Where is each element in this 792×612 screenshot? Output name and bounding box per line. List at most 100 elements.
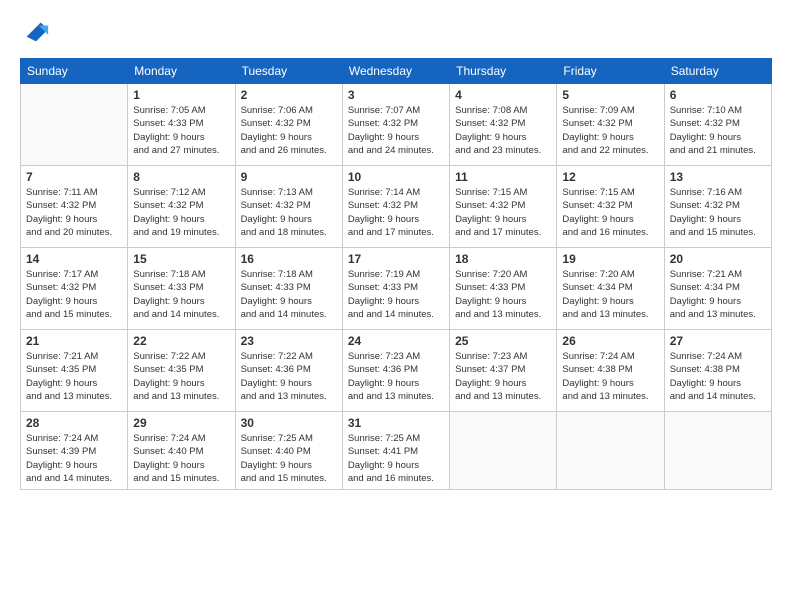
daylight-text-cont: and and 14 minutes. xyxy=(670,391,756,402)
sunset-text: Sunset: 4:32 PM xyxy=(133,200,203,211)
day-number: 3 xyxy=(348,88,444,102)
day-number: 20 xyxy=(670,252,766,266)
calendar-week-row: 1Sunrise: 7:05 AMSunset: 4:33 PMDaylight… xyxy=(21,84,772,166)
daylight-text: Daylight: 9 hours xyxy=(133,378,204,389)
day-number: 26 xyxy=(562,334,658,348)
day-number: 23 xyxy=(241,334,337,348)
calendar-cell xyxy=(450,412,557,490)
calendar-week-row: 21Sunrise: 7:21 AMSunset: 4:35 PMDayligh… xyxy=(21,330,772,412)
sunrise-text: Sunrise: 7:17 AM xyxy=(26,269,98,280)
sunrise-text: Sunrise: 7:19 AM xyxy=(348,269,420,280)
sunrise-text: Sunrise: 7:24 AM xyxy=(26,433,98,444)
calendar-cell xyxy=(21,84,128,166)
sunrise-text: Sunrise: 7:14 AM xyxy=(348,187,420,198)
daylight-text: Daylight: 9 hours xyxy=(26,214,97,225)
weekday-header: Thursday xyxy=(450,59,557,84)
day-info: Sunrise: 7:23 AMSunset: 4:37 PMDaylight:… xyxy=(455,350,551,403)
calendar-cell: 14Sunrise: 7:17 AMSunset: 4:32 PMDayligh… xyxy=(21,248,128,330)
calendar-cell: 1Sunrise: 7:05 AMSunset: 4:33 PMDaylight… xyxy=(128,84,235,166)
sunrise-text: Sunrise: 7:10 AM xyxy=(670,105,742,116)
day-info: Sunrise: 7:09 AMSunset: 4:32 PMDaylight:… xyxy=(562,104,658,157)
sunset-text: Sunset: 4:32 PM xyxy=(455,200,525,211)
sunset-text: Sunset: 4:32 PM xyxy=(241,118,311,129)
daylight-text: Daylight: 9 hours xyxy=(348,214,419,225)
daylight-text: Daylight: 9 hours xyxy=(348,132,419,143)
calendar-week-row: 28Sunrise: 7:24 AMSunset: 4:39 PMDayligh… xyxy=(21,412,772,490)
day-number: 28 xyxy=(26,416,122,430)
daylight-text-cont: and and 23 minutes. xyxy=(455,145,541,156)
sunset-text: Sunset: 4:39 PM xyxy=(26,446,96,457)
calendar-cell: 12Sunrise: 7:15 AMSunset: 4:32 PMDayligh… xyxy=(557,166,664,248)
day-number: 18 xyxy=(455,252,551,266)
day-info: Sunrise: 7:25 AMSunset: 4:41 PMDaylight:… xyxy=(348,432,444,485)
calendar-cell xyxy=(664,412,771,490)
sunset-text: Sunset: 4:37 PM xyxy=(455,364,525,375)
day-info: Sunrise: 7:21 AMSunset: 4:35 PMDaylight:… xyxy=(26,350,122,403)
calendar: SundayMondayTuesdayWednesdayThursdayFrid… xyxy=(20,58,772,490)
calendar-cell xyxy=(557,412,664,490)
daylight-text: Daylight: 9 hours xyxy=(562,378,633,389)
sunrise-text: Sunrise: 7:23 AM xyxy=(348,351,420,362)
sunset-text: Sunset: 4:35 PM xyxy=(133,364,203,375)
day-info: Sunrise: 7:20 AMSunset: 4:33 PMDaylight:… xyxy=(455,268,551,321)
sunrise-text: Sunrise: 7:22 AM xyxy=(241,351,313,362)
calendar-cell: 27Sunrise: 7:24 AMSunset: 4:38 PMDayligh… xyxy=(664,330,771,412)
daylight-text-cont: and and 13 minutes. xyxy=(241,391,327,402)
calendar-cell: 30 Sunrise: 7:25 AMSunset: 4:40 PMDayligh… xyxy=(235,412,342,490)
day-info: Sunrise: 7:22 AMSunset: 4:36 PMDaylight:… xyxy=(241,350,337,403)
day-info: Sunrise: 7:25 AMSunset: 4:40 PMDaylight:… xyxy=(241,432,337,485)
calendar-cell: 19Sunrise: 7:20 AMSunset: 4:34 PMDayligh… xyxy=(557,248,664,330)
daylight-text-cont: and and 15 minutes. xyxy=(241,473,327,484)
day-number: 25 xyxy=(455,334,551,348)
sunset-text: Sunset: 4:38 PM xyxy=(670,364,740,375)
sunrise-text: Sunrise: 7:24 AM xyxy=(133,433,205,444)
day-number: 7 xyxy=(26,170,122,184)
daylight-text-cont: and and 13 minutes. xyxy=(670,309,756,320)
day-info: Sunrise: 7:24 AMSunset: 4:38 PMDaylight:… xyxy=(562,350,658,403)
sunrise-text: Sunrise: 7:20 AM xyxy=(562,269,634,280)
day-number: 4 xyxy=(455,88,551,102)
day-info: Sunrise: 7:21 AMSunset: 4:34 PMDaylight:… xyxy=(670,268,766,321)
day-number: 9 xyxy=(241,170,337,184)
sunrise-text: Sunrise: 7:21 AM xyxy=(26,351,98,362)
day-info: Sunrise: 7:14 AMSunset: 4:32 PMDaylight:… xyxy=(348,186,444,239)
header xyxy=(20,18,772,46)
sunset-text: Sunset: 4:32 PM xyxy=(562,118,632,129)
daylight-text-cont: and and 13 minutes. xyxy=(455,309,541,320)
calendar-cell: 23 Sunrise: 7:22 AMSunset: 4:36 PMDayligh… xyxy=(235,330,342,412)
daylight-text: Daylight: 9 hours xyxy=(455,214,526,225)
sunset-text: Sunset: 4:38 PM xyxy=(562,364,632,375)
daylight-text-cont: and and 14 minutes. xyxy=(133,309,219,320)
day-info: Sunrise: 7:06 AMSunset: 4:32 PMDaylight:… xyxy=(241,104,337,157)
calendar-cell: 25 Sunrise: 7:23 AMSunset: 4:37 PMDayligh… xyxy=(450,330,557,412)
day-number: 30 xyxy=(241,416,337,430)
sunset-text: Sunset: 4:32 PM xyxy=(26,200,96,211)
daylight-text-cont: and and 17 minutes. xyxy=(455,227,541,238)
day-info: Sunrise: 7:24 AMSunset: 4:39 PMDaylight:… xyxy=(26,432,122,485)
sunrise-text: Sunrise: 7:05 AM xyxy=(133,105,205,116)
sunrise-text: Sunrise: 7:21 AM xyxy=(670,269,742,280)
sunrise-text: Sunrise: 7:18 AM xyxy=(241,269,313,280)
sunrise-text: Sunrise: 7:16 AM xyxy=(670,187,742,198)
daylight-text: Daylight: 9 hours xyxy=(562,296,633,307)
calendar-cell: 17Sunrise: 7:19 AMSunset: 4:33 PMDayligh… xyxy=(342,248,449,330)
sunrise-text: Sunrise: 7:20 AM xyxy=(455,269,527,280)
daylight-text-cont: and and 15 minutes. xyxy=(133,473,219,484)
daylight-text: Daylight: 9 hours xyxy=(133,296,204,307)
sunset-text: Sunset: 4:32 PM xyxy=(562,200,632,211)
day-number: 17 xyxy=(348,252,444,266)
calendar-cell: 16Sunrise: 7:18 AMSunset: 4:33 PMDayligh… xyxy=(235,248,342,330)
day-number: 5 xyxy=(562,88,658,102)
sunset-text: Sunset: 4:34 PM xyxy=(562,282,632,293)
weekday-header: Saturday xyxy=(664,59,771,84)
day-info: Sunrise: 7:05 AMSunset: 4:33 PMDaylight:… xyxy=(133,104,229,157)
day-info: Sunrise: 7:12 AMSunset: 4:32 PMDaylight:… xyxy=(133,186,229,239)
sunset-text: Sunset: 4:40 PM xyxy=(133,446,203,457)
daylight-text: Daylight: 9 hours xyxy=(670,132,741,143)
day-number: 2 xyxy=(241,88,337,102)
calendar-cell: 15Sunrise: 7:18 AMSunset: 4:33 PMDayligh… xyxy=(128,248,235,330)
sunset-text: Sunset: 4:41 PM xyxy=(348,446,418,457)
sunset-text: Sunset: 4:33 PM xyxy=(348,282,418,293)
day-info: Sunrise: 7:07 AMSunset: 4:32 PMDaylight:… xyxy=(348,104,444,157)
daylight-text-cont: and and 14 minutes. xyxy=(241,309,327,320)
